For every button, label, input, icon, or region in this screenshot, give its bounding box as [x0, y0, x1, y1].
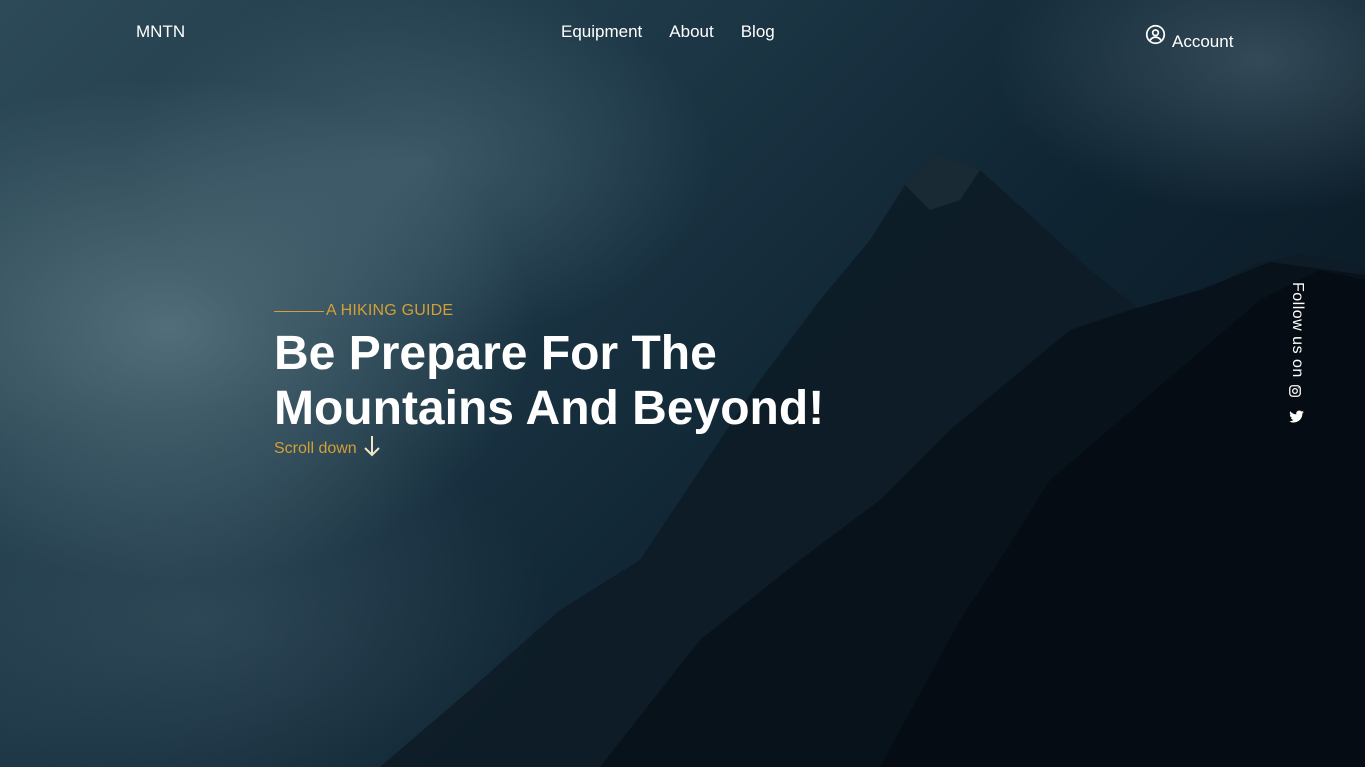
- main-menu: Equipment About Blog: [561, 22, 775, 42]
- hero-title: Be Prepare For The Mountains And Beyond!: [274, 326, 894, 436]
- user-circle-icon: [1145, 24, 1166, 50]
- eyebrow: A HIKING GUIDE: [274, 302, 894, 320]
- top-navigation: MNTN Equipment About Blog Account: [0, 0, 1365, 70]
- eyebrow-text: A HIKING GUIDE: [326, 302, 454, 319]
- nav-link-blog[interactable]: Blog: [741, 22, 775, 42]
- hero-section: A HIKING GUIDE Be Prepare For The Mounta…: [274, 302, 894, 463]
- social-label: Follow us on: [1289, 282, 1306, 378]
- hero-title-line-2: Mountains And Beyond!: [274, 382, 825, 435]
- twitter-icon[interactable]: [1288, 409, 1308, 430]
- account-label: Account: [1172, 32, 1234, 51]
- scroll-down-label: Scroll down: [274, 439, 357, 457]
- hero-title-line-1: Be Prepare For The: [274, 327, 717, 380]
- social-bar: Follow us on: [1288, 282, 1308, 430]
- nav-link-equipment[interactable]: Equipment: [561, 22, 642, 42]
- account-link[interactable]: Account: [1145, 24, 1233, 50]
- instagram-icon[interactable]: [1288, 384, 1308, 403]
- eyebrow-line: [274, 310, 324, 312]
- arrow-down-icon: [363, 434, 381, 463]
- scroll-down-link[interactable]: Scroll down: [274, 434, 894, 463]
- nav-link-about[interactable]: About: [669, 22, 713, 42]
- logo[interactable]: MNTN: [136, 22, 185, 42]
